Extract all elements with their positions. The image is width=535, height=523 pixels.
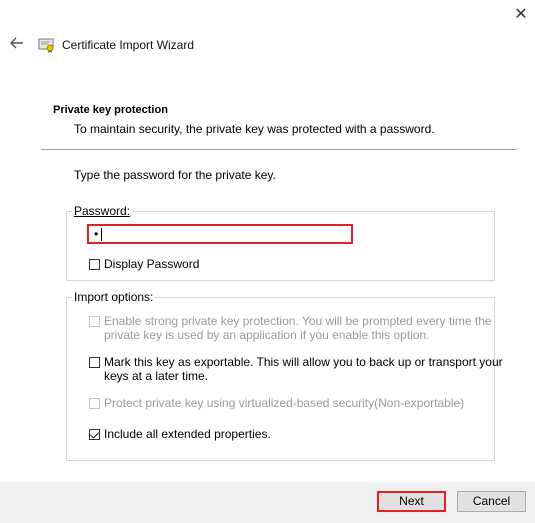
display-password-checkbox[interactable]: [89, 259, 100, 270]
exportable-label-line2[interactable]: keys at a later time.: [104, 369, 208, 383]
vbs-protection-label: Protect private key using virtualized-ba…: [104, 396, 465, 410]
include-extended-checkbox[interactable]: [89, 429, 100, 440]
strong-protection-label-line1: Enable strong private key protection. Yo…: [104, 314, 492, 328]
divider: [41, 149, 517, 150]
import-options-legend: Import options:: [72, 290, 156, 304]
password-value: •: [94, 227, 99, 241]
password-prompt: Type the password for the private key.: [74, 168, 276, 182]
include-extended-label[interactable]: Include all extended properties.: [104, 427, 271, 441]
exportable-label-line1[interactable]: Mark this key as exportable. This will a…: [104, 355, 503, 369]
cancel-button[interactable]: Cancel: [457, 491, 526, 512]
exportable-checkbox[interactable]: [89, 357, 100, 368]
strong-protection-checkbox[interactable]: [89, 316, 100, 327]
footer-bar: [0, 482, 535, 523]
window-title: Certificate Import Wizard: [62, 38, 195, 52]
certificate-icon: [38, 37, 56, 53]
password-input[interactable]: [87, 224, 353, 244]
strong-protection-label-line2: private key is used by an application if…: [104, 328, 430, 342]
section-description: To maintain security, the private key wa…: [74, 122, 435, 136]
next-button[interactable]: Next: [377, 491, 446, 512]
back-arrow-icon[interactable]: [6, 34, 28, 56]
close-icon[interactable]: ✕: [510, 4, 532, 26]
text-caret: [101, 228, 102, 241]
section-heading: Private key protection: [53, 104, 168, 116]
display-password-label[interactable]: Display Password: [104, 257, 199, 271]
password-legend: Password:: [72, 204, 133, 218]
vbs-protection-checkbox[interactable]: [89, 398, 100, 409]
